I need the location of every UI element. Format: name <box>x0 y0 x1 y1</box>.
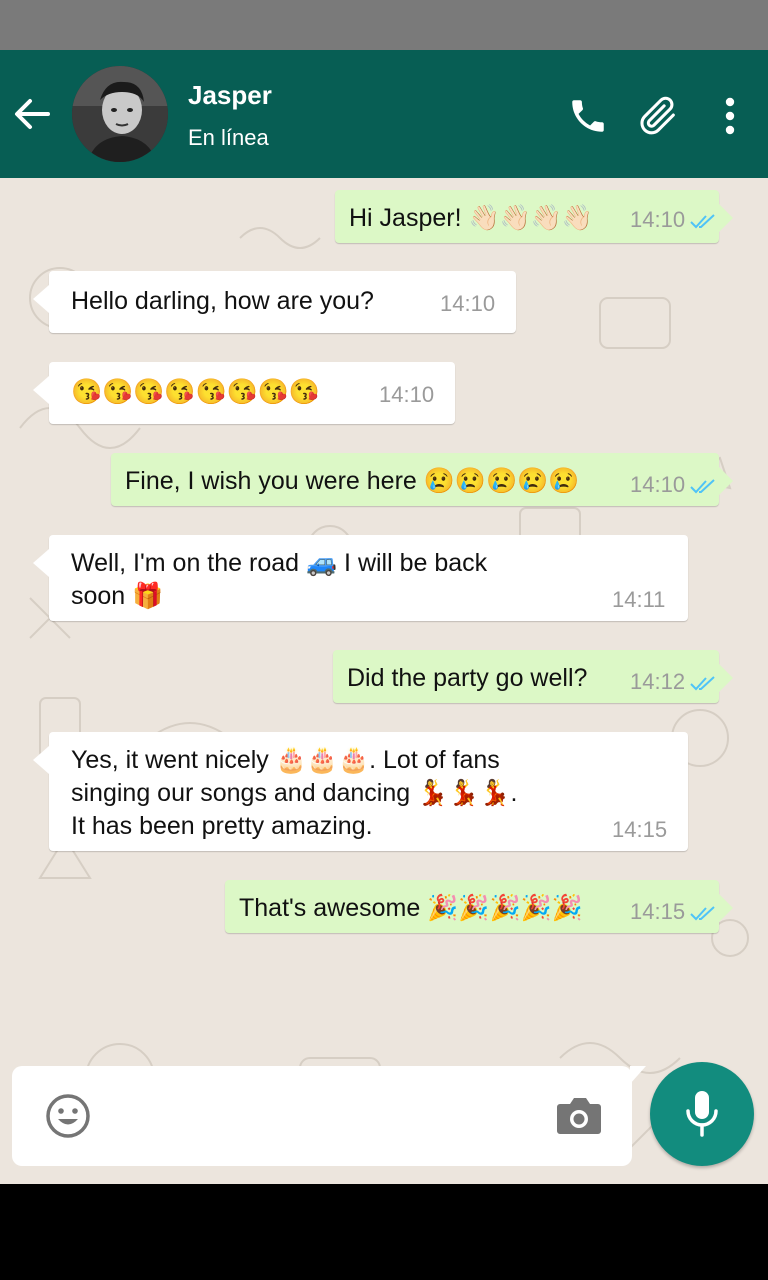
camera-icon <box>557 1098 601 1134</box>
emoji-icon <box>46 1094 90 1138</box>
message-bubble-incoming[interactable]: Well, I'm on the road 🚙 I will be back s… <box>33 535 688 621</box>
message-composer <box>12 1066 646 1166</box>
message-text: That's awesome 🎉🎉🎉🎉🎉 <box>239 894 583 922</box>
message-input[interactable] <box>112 1096 542 1136</box>
chat-header: Jasper En línea <box>0 50 768 178</box>
call-button[interactable] <box>564 92 612 140</box>
message-time: 14:15 <box>612 817 668 842</box>
read-ticks-icon <box>690 906 715 921</box>
system-nav-bar <box>0 1184 768 1280</box>
message-bubble-incoming[interactable]: 😘😘😘😘😘😘😘😘 14:10 <box>33 362 455 424</box>
status-bar <box>0 0 768 50</box>
back-button[interactable] <box>10 94 54 134</box>
emoji-button[interactable] <box>44 1092 92 1140</box>
read-ticks-icon <box>690 479 715 494</box>
message-bubble-outgoing[interactable]: Hi Jasper! 👋🏻👋🏻👋🏻👋🏻 14:10 <box>335 190 733 243</box>
paperclip-icon <box>640 96 675 135</box>
message-time: 14:11 <box>612 587 666 612</box>
message-bubble-outgoing[interactable]: Did the party go well? 14:12 <box>333 650 733 703</box>
message-text: Did the party go well? <box>347 664 588 692</box>
message-bubble-incoming[interactable]: Yes, it went nicely 🎂🎂🎂. Lot of fans sin… <box>33 732 688 851</box>
chat-area[interactable]: Hi Jasper! 👋🏻👋🏻👋🏻👋🏻 14:10 Hello darling,… <box>0 178 768 1184</box>
attach-button[interactable] <box>634 92 682 140</box>
contact-status: En línea <box>188 125 269 150</box>
read-ticks-icon <box>690 676 715 691</box>
message-text: Fine, I wish you were here 😢😢😢😢😢 <box>125 467 580 495</box>
microphone-icon <box>686 1091 718 1137</box>
message-bubble-outgoing[interactable]: That's awesome 🎉🎉🎉🎉🎉 14:15 <box>225 880 733 933</box>
message-text: Yes, it went nicely 🎂🎂🎂. Lot of fans sin… <box>71 746 518 840</box>
menu-button[interactable] <box>706 92 754 140</box>
message-text: 😘😘😘😘😘😘😘😘 <box>71 378 321 406</box>
voice-record-button[interactable] <box>650 1062 754 1166</box>
message-time: 14:10 <box>630 472 686 497</box>
message-text: Hello darling, how are you? <box>71 287 374 315</box>
message-time: 14:15 <box>630 899 686 924</box>
contact-name[interactable]: Jasper <box>188 80 272 111</box>
message-time: 14:10 <box>630 207 686 232</box>
more-vert-icon <box>725 97 735 135</box>
message-time: 14:10 <box>440 291 496 316</box>
message-time: 14:10 <box>379 382 435 407</box>
read-ticks-icon <box>690 214 715 229</box>
phone-icon <box>572 100 604 132</box>
camera-button[interactable] <box>554 1092 604 1138</box>
message-time: 14:12 <box>630 669 686 694</box>
back-arrow-icon <box>15 99 50 129</box>
message-text: Well, I'm on the road 🚙 I will be back s… <box>71 549 488 610</box>
message-bubble-outgoing[interactable]: Fine, I wish you were here 😢😢😢😢😢 14:10 <box>111 453 733 506</box>
message-text: Hi Jasper! 👋🏻👋🏻👋🏻👋🏻 <box>349 204 593 232</box>
avatar[interactable] <box>72 66 168 162</box>
message-bubble-incoming[interactable]: Hello darling, how are you? 14:10 <box>33 271 516 333</box>
